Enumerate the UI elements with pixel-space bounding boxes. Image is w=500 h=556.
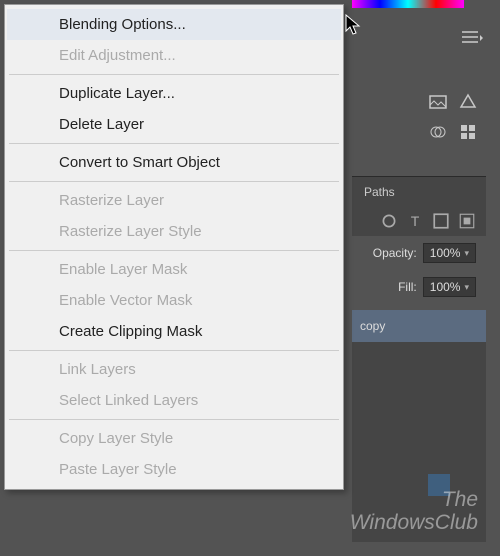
menu-separator <box>9 250 339 251</box>
shape-icon[interactable] <box>432 212 450 230</box>
panel-menu-icon[interactable] <box>460 29 484 45</box>
menu-item-link-layers: Link Layers <box>7 354 341 385</box>
grid-icon[interactable] <box>458 122 478 142</box>
menu-item-blending-options[interactable]: Blending Options... <box>7 9 341 40</box>
menu-item-select-linked-layers: Select Linked Layers <box>7 385 341 416</box>
menu-item-rasterize-layer-style: Rasterize Layer Style <box>7 216 341 247</box>
tab-paths[interactable]: Paths <box>356 181 403 203</box>
color-spectrum-strip[interactable] <box>352 0 464 8</box>
smart-object-icon[interactable] <box>458 212 476 230</box>
layer-context-menu: Blending Options...Edit Adjustment... Dup… <box>4 4 344 490</box>
opacity-control: Opacity: 100%▾ <box>352 236 486 270</box>
menu-separator <box>9 143 339 144</box>
panel-icon-row-2 <box>428 122 478 142</box>
menu-item-enable-layer-mask: Enable Layer Mask <box>7 254 341 285</box>
chevron-down-icon: ▾ <box>464 282 469 293</box>
menu-item-create-clipping-mask[interactable]: Create Clipping Mask <box>7 316 341 347</box>
opacity-label: Opacity: <box>373 246 417 260</box>
panel-tabs: Paths <box>352 176 486 206</box>
menu-item-convert-to-smart-object[interactable]: Convert to Smart Object <box>7 147 341 178</box>
layers-toolbar: T <box>352 206 486 236</box>
panel-icon-row-1 <box>428 92 478 112</box>
menu-item-duplicate-layer[interactable]: Duplicate Layer... <box>7 78 341 109</box>
fill-value[interactable]: 100%▾ <box>423 277 476 297</box>
menu-item-rasterize-layer: Rasterize Layer <box>7 185 341 216</box>
fill-control: Fill: 100%▾ <box>352 270 486 304</box>
menu-separator <box>9 419 339 420</box>
layers-panel-area: Paths T Opacity: 100%▾ Fill: 100%▾ copy <box>346 0 494 556</box>
panel-menu-row <box>449 26 484 48</box>
menu-item-edit-adjustment: Edit Adjustment... <box>7 40 341 71</box>
filter-icon[interactable] <box>458 92 478 112</box>
menu-item-paste-layer-style: Paste Layer Style <box>7 454 341 485</box>
menu-separator <box>9 74 339 75</box>
type-icon[interactable]: T <box>406 212 424 230</box>
filter-pixels-icon[interactable] <box>380 212 398 230</box>
menu-item-delete-layer[interactable]: Delete Layer <box>7 109 341 140</box>
layer-name: copy <box>360 319 385 333</box>
chevron-down-icon: ▾ <box>464 248 469 259</box>
overlap-icon[interactable] <box>428 122 448 142</box>
menu-separator <box>9 350 339 351</box>
image-icon[interactable] <box>428 92 448 112</box>
menu-item-enable-vector-mask: Enable Vector Mask <box>7 285 341 316</box>
fill-label: Fill: <box>398 280 417 294</box>
watermark-text: The WindowsClub <box>350 488 478 534</box>
menu-separator <box>9 181 339 182</box>
cursor-pointer-icon <box>345 14 363 36</box>
layer-item[interactable]: copy <box>352 310 486 342</box>
opacity-value[interactable]: 100%▾ <box>423 243 476 263</box>
menu-item-copy-layer-style: Copy Layer Style <box>7 423 341 454</box>
